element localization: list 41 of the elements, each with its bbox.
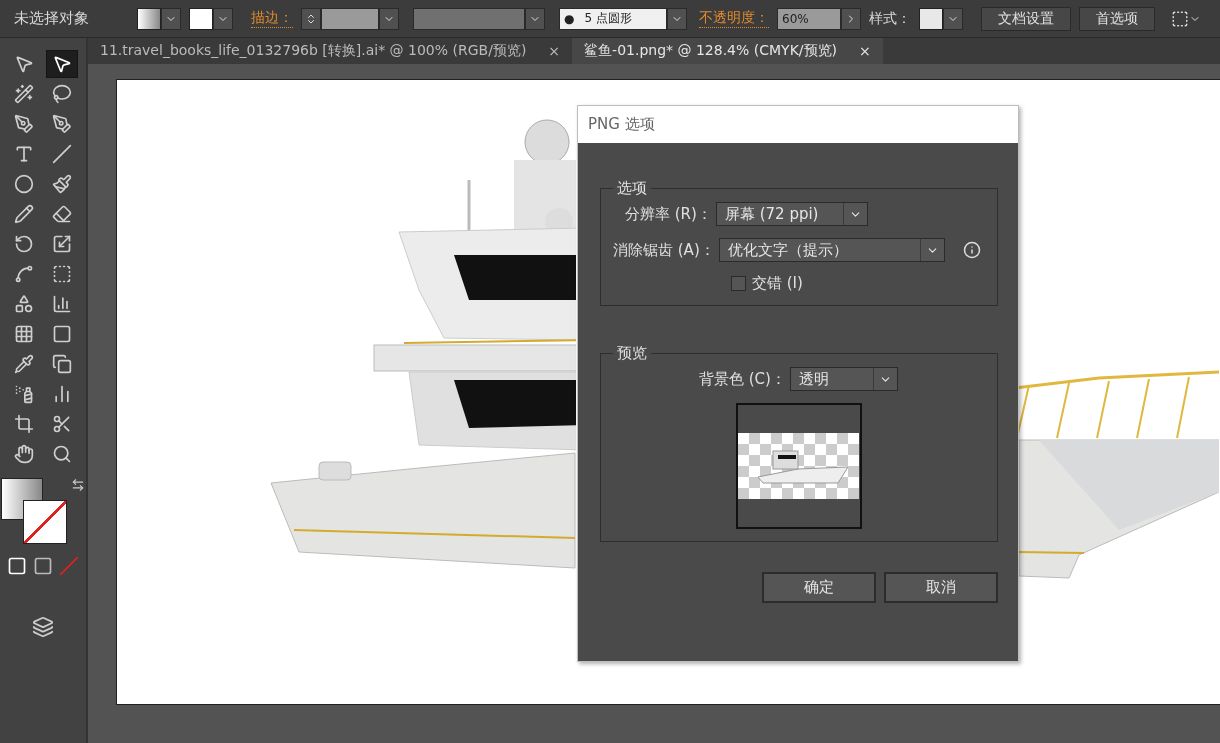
pointer-icon[interactable] (46, 50, 78, 78)
stroke-weight-field[interactable] (321, 7, 379, 30)
brush-dropdown[interactable] (667, 7, 687, 30)
style-dropdown[interactable] (943, 7, 963, 30)
stepper-icon (305, 12, 317, 25)
interlace-label: 交错 (I) (752, 274, 803, 293)
dialog-button[interactable]: 取消 (884, 572, 998, 603)
stroke-dropdown[interactable] (213, 7, 233, 30)
document-tab[interactable]: 鲨鱼-01.png* @ 128.4% (CMYK/预览) × (572, 38, 883, 64)
style-swatch[interactable] (919, 7, 943, 30)
background-select[interactable]: 透明 (789, 367, 898, 391)
close-icon[interactable]: × (548, 43, 561, 59)
swap-icon[interactable] (71, 478, 85, 492)
interlace-checkbox[interactable] (731, 276, 746, 291)
background-label: 背景色 (C)： (699, 369, 786, 389)
stroke-swatch[interactable] (189, 7, 213, 30)
resolution-select[interactable]: 屏幕 (72 ppi) (715, 202, 868, 226)
stroke-weight-dropdown[interactable] (379, 7, 399, 30)
brush-field[interactable]: ● 5 点圆形 (559, 7, 667, 30)
antialias-select[interactable]: 优化文字（提示） (718, 238, 945, 262)
group-title: 预览 (616, 344, 648, 363)
dialog-button[interactable]: 确定 (762, 572, 876, 603)
opacity-label[interactable]: 不透明度： (699, 9, 769, 28)
toolbar-button[interactable]: 文档设置 (981, 6, 1071, 31)
close-icon[interactable]: × (859, 43, 871, 59)
variable-width-field[interactable] (413, 7, 525, 30)
opacity-field[interactable]: 60% (777, 7, 841, 30)
dialog-title: PNG 选项 (578, 106, 1018, 143)
info-icon[interactable] (962, 241, 981, 259)
stroke-stepper[interactable] (301, 7, 321, 30)
fill-dropdown[interactable] (161, 7, 181, 30)
style-label: 样式： (869, 9, 911, 28)
group-title: 选项 (616, 179, 648, 198)
antialias-label: 消除锯齿 (A)： (613, 240, 715, 260)
stroke-label[interactable]: 描边： (251, 9, 293, 28)
fill-swatch[interactable] (137, 7, 161, 30)
selection-status: 未选择对象 (14, 9, 89, 28)
fill-stroke-swatches[interactable] (1, 478, 67, 544)
toolbar-button[interactable]: 首选项 (1079, 6, 1155, 31)
resolution-label: 分辨率 (R)： (625, 204, 712, 224)
variable-width-dropdown[interactable] (525, 7, 545, 30)
